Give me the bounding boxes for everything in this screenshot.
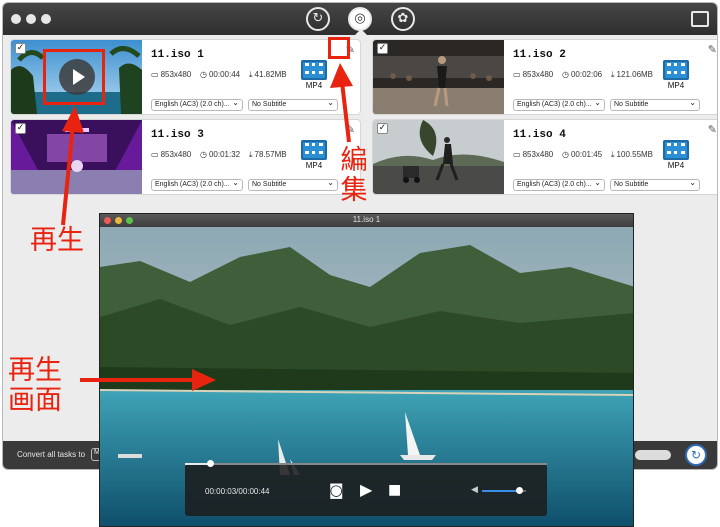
screenshot-stage: ↻ ◎ ✿ ✓ 11.iso 1 ▭ 853x480 ◷ 00:00:44 ⤓ … [0, 0, 720, 527]
task-checkbox[interactable]: ✓ [377, 123, 388, 134]
annotation-arrow-group [61, 63, 353, 391]
task-checkbox[interactable]: ✓ [377, 43, 388, 54]
play-arrow-shaft [61, 124, 75, 226]
edit-annotation: 編 集 [340, 145, 368, 206]
play-annotation: 再生 [30, 225, 84, 256]
edit-arrow-head [330, 63, 353, 88]
task-checkbox[interactable]: ✓ [15, 123, 26, 134]
edit-arrow-shaft [340, 81, 351, 143]
task-checkbox[interactable]: ✓ [15, 43, 26, 54]
screen-annotation-line2: 画面 [8, 385, 62, 416]
screen-annotation-line1: 再生 [8, 355, 62, 386]
play-arrow-head [62, 106, 84, 133]
annotation-arrows [61, 63, 353, 391]
screen-arrow-head [192, 369, 216, 391]
play-icon[interactable] [59, 59, 95, 95]
